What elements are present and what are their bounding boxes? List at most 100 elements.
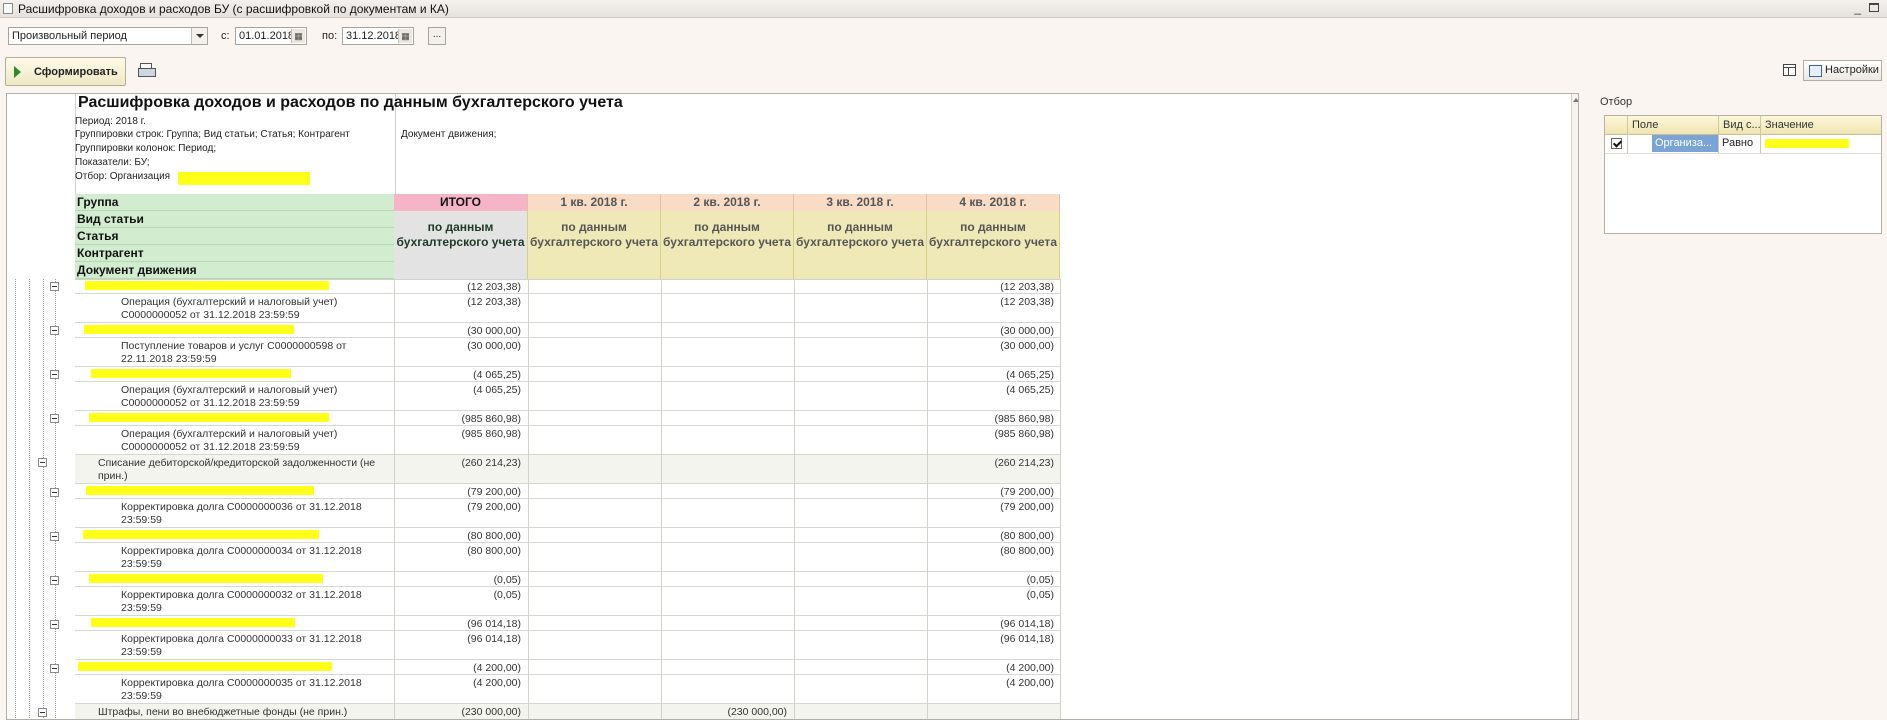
redacted-highlight: [78, 662, 332, 671]
collapse-icon[interactable]: [38, 708, 47, 717]
generate-button[interactable]: Сформировать: [5, 57, 126, 86]
cell-q4: (985 860,98): [994, 428, 1054, 440]
collapse-icon[interactable]: [38, 458, 47, 467]
table-row[interactable]: Операция (бухгалтерский и налоговый учет…: [75, 382, 1060, 411]
group-header-article: Статья: [75, 228, 394, 245]
cell-q4: (80 800,00): [1000, 545, 1054, 557]
collapse-icon[interactable]: [50, 326, 59, 335]
cell-q2: (230 000,00): [727, 706, 787, 718]
table-row[interactable]: Списание дебиторской/кредиторской задолж…: [75, 455, 1060, 484]
cell-total: (80 800,00): [467, 545, 521, 557]
minimize-icon[interactable]: _: [1854, 1, 1861, 15]
cell-total: (79 200,00): [467, 501, 521, 513]
cell-q4: (30 000,00): [1000, 325, 1054, 337]
tree-gutter: [7, 279, 75, 719]
table-row[interactable]: Операция (бухгалтерский и налоговый учет…: [75, 294, 1060, 323]
report-row-groupings: Группировки строк: Группа; Вид статьи; С…: [75, 129, 350, 140]
choose-period-button[interactable]: ...: [428, 27, 446, 45]
filter-panel-title: Отбор: [1600, 96, 1633, 108]
cell-q4: (96 014,18): [1000, 633, 1054, 645]
row-label: Операция (бухгалтерский и налоговый учет…: [121, 296, 338, 321]
redacted-highlight: [178, 172, 310, 185]
subheader-q2: по данным бухгалтерского учета: [661, 211, 794, 279]
column-header-q1: 1 кв. 2018 г.: [528, 194, 661, 211]
calendar-icon[interactable]: ▦: [291, 29, 305, 43]
cell-total: (79 200,00): [467, 486, 521, 498]
table-row[interactable]: Корректировка долга С0000000033 от 31.12…: [75, 631, 1060, 660]
cell-total: (985 860,98): [461, 413, 521, 425]
table-row[interactable]: Корректировка долга С0000000032 от 31.12…: [75, 587, 1060, 616]
collapse-icon[interactable]: [50, 488, 59, 497]
period-type-value: Произвольный период: [12, 30, 127, 42]
period-type-select[interactable]: Произвольный период: [8, 27, 208, 45]
cell-q4: (96 014,18): [1000, 618, 1054, 630]
row-label: Корректировка долга С0000000034 от 31.12…: [121, 545, 362, 570]
generate-button-label: Сформировать: [34, 66, 118, 78]
chevron-down-icon[interactable]: [191, 28, 207, 44]
row-label: Операция (бухгалтерский и налоговый учет…: [121, 384, 338, 409]
collapse-icon[interactable]: [50, 664, 59, 673]
redacted-highlight: [83, 530, 319, 539]
subheader-q4: по данным бухгалтерского учета: [927, 211, 1060, 279]
filter-comparison-cell[interactable]: Равно: [1722, 137, 1753, 149]
filter-header-comparison[interactable]: Вид с...: [1723, 119, 1761, 131]
report-filter: Отбор: Организация: [75, 171, 171, 182]
filter-field-cell[interactable]: Организа...: [1652, 135, 1718, 152]
table-row[interactable]: Корректировка долга С0000000036 от 31.12…: [75, 499, 1060, 528]
cell-total: (96 014,18): [467, 633, 521, 645]
redacted-highlight: [91, 618, 295, 627]
filter-header-field[interactable]: Поле: [1632, 119, 1658, 131]
settings-button[interactable]: Настройки: [1803, 60, 1882, 81]
cell-q4: (985 860,98): [994, 413, 1054, 425]
filter-row[interactable]: Организа... Равно: [1605, 134, 1881, 154]
from-date-value: 01.01.2018: [239, 30, 295, 42]
vertical-scrollbar[interactable]: [1571, 94, 1578, 719]
filter-enabled-checkbox[interactable]: [1611, 138, 1622, 149]
group-header-counterparty: Контрагент: [75, 245, 394, 262]
cell-total: (4 200,00): [473, 662, 521, 674]
table-row[interactable]: Операция (бухгалтерский и налоговый учет…: [75, 426, 1060, 455]
to-date-value: 31.12.2018: [346, 30, 402, 42]
report-sheet[interactable]: Расшифровка доходов и расходов по данным…: [6, 93, 1579, 720]
table-row[interactable]: Корректировка долга С0000000035 от 31.12…: [75, 675, 1060, 704]
subheader-q3: по данным бухгалтерского учета: [794, 211, 927, 279]
scroll-up-icon[interactable]: [1573, 98, 1578, 102]
collapse-icon[interactable]: [50, 532, 59, 541]
collapse-icon[interactable]: [50, 282, 59, 291]
cell-total: (12 203,38): [467, 296, 521, 308]
cell-q4: (4 065,25): [1006, 384, 1054, 396]
table-row[interactable]: Поступление товаров и услуг С0000000598 …: [75, 338, 1060, 367]
collapse-icon[interactable]: [50, 414, 59, 423]
panel-layout-icon[interactable]: [1783, 64, 1796, 76]
calendar-icon[interactable]: ▦: [398, 29, 412, 43]
redacted-highlight: [1765, 139, 1849, 148]
window-title: Расшифровка доходов и расходов БУ (с рас…: [18, 2, 449, 16]
table-row[interactable]: Корректировка долга С0000000034 от 31.12…: [75, 543, 1060, 572]
report-period: Период: 2018 г.: [75, 116, 146, 127]
report-indicators: Показатели: БУ;: [75, 157, 150, 168]
collapse-icon[interactable]: [50, 576, 59, 585]
from-date-field[interactable]: 01.01.2018 ▦: [235, 27, 307, 45]
row-label: Штрафы, пени во внебюджетные фонды (не п…: [98, 706, 348, 718]
cell-q4: (260 214,23): [994, 457, 1054, 469]
cell-total: (96 014,18): [467, 618, 521, 630]
print-icon[interactable]: [138, 63, 156, 78]
filter-grid[interactable]: Поле Вид с... Значение Организа... Равно: [1604, 115, 1882, 234]
cell-total: (985 860,98): [461, 428, 521, 440]
row-label: Списание дебиторской/кредиторской задолж…: [98, 457, 376, 482]
redacted-highlight: [86, 486, 314, 495]
cell-q4: (0,05): [1026, 574, 1054, 586]
row-header-gutter: [7, 94, 76, 279]
column-header-total: ИТОГО: [394, 194, 528, 211]
collapse-icon[interactable]: [50, 620, 59, 629]
table-row[interactable]: Штрафы, пени во внебюджетные фонды (не п…: [75, 704, 1060, 719]
filter-header-value[interactable]: Значение: [1765, 119, 1814, 131]
to-date-field[interactable]: 31.12.2018 ▦: [342, 27, 414, 45]
column-header-q2: 2 кв. 2018 г.: [661, 194, 794, 211]
maximize-icon[interactable]: [1869, 3, 1879, 12]
cell-total: (260 214,23): [461, 457, 521, 469]
play-icon: [14, 66, 21, 78]
collapse-icon[interactable]: [50, 370, 59, 379]
report-row-groupings-tail: Документ движения;: [401, 129, 497, 140]
row-label: Корректировка долга С0000000036 от 31.12…: [121, 501, 362, 526]
